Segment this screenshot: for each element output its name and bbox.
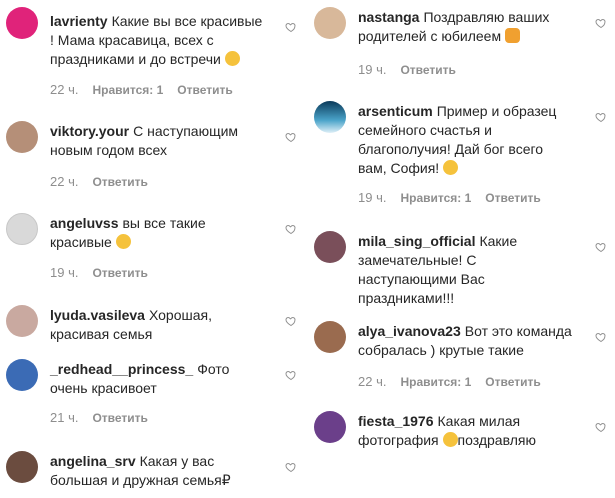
avatar[interactable] [314, 231, 346, 263]
comment-username[interactable]: viktory.your [50, 123, 129, 139]
like-heart-icon[interactable] [595, 331, 607, 343]
comment-item: angeluvss вы все такие красивые 19 ч. Отв… [0, 210, 305, 292]
avatar[interactable] [6, 451, 38, 483]
comment-text-tail: поздравляю [457, 432, 536, 448]
likes-count-button[interactable]: Нравится: 1 [400, 375, 471, 389]
comment-item: alya_ivanova23 Вот это команда собралась … [308, 318, 615, 400]
kiss-emoji-icon [224, 51, 240, 66]
avatar[interactable] [6, 359, 38, 391]
comment-username[interactable]: lavrienty [50, 13, 108, 29]
comment-time: 21 ч. [50, 410, 79, 425]
comment-username[interactable]: angelina_srv [50, 453, 136, 469]
reply-button[interactable]: Ответить [92, 411, 147, 425]
comment-item: lyuda.vasileva Хорошая, красивая семья [0, 302, 305, 352]
comment-time: 19 ч. [50, 265, 79, 280]
avatar[interactable] [6, 213, 38, 245]
comment-time: 19 ч. [358, 62, 387, 77]
comment-username[interactable]: _redhead__princess_ [50, 361, 193, 377]
heart-eyes-emoji-icon [115, 234, 131, 249]
likes-count-button[interactable]: Нравится: 1 [400, 191, 471, 205]
comment-item: mila_sing_official Какие замечательные! С… [308, 228, 615, 308]
comment-item: fiesta_1976 Какая милая фотография поздра… [308, 408, 615, 468]
reply-button[interactable]: Ответить [177, 83, 232, 97]
comment-username[interactable]: nastanga [358, 9, 419, 25]
comment-item: _redhead__princess_ Фото очень красивоет … [0, 356, 305, 438]
avatar[interactable] [6, 7, 38, 39]
like-heart-icon[interactable] [285, 21, 297, 33]
comment-username[interactable]: fiesta_1976 [358, 413, 434, 429]
comment-username[interactable]: angeluvss [50, 215, 118, 231]
comment-time: 22 ч. [358, 374, 387, 389]
comment-time: 22 ч. [50, 82, 79, 97]
smiling-emoji-icon [442, 432, 458, 447]
like-heart-icon[interactable] [595, 111, 607, 123]
comment-item: lavrienty Какие вы все красивые ! Мама кр… [0, 0, 305, 100]
hugging-emoji-icon [443, 160, 459, 175]
comment-username[interactable]: mila_sing_official [358, 233, 475, 249]
like-heart-icon[interactable] [285, 369, 297, 381]
comment-item: viktory.your С наступающим новым годом вс… [0, 118, 305, 200]
like-heart-icon[interactable] [595, 241, 607, 253]
like-heart-icon[interactable] [285, 131, 297, 143]
avatar[interactable] [6, 121, 38, 153]
avatar[interactable] [314, 321, 346, 353]
comment-username[interactable]: arsenticum [358, 103, 433, 119]
avatar[interactable] [6, 305, 38, 337]
comment-item: angelina_srv Какая у вас большая и дружна… [0, 448, 305, 498]
like-heart-icon[interactable] [595, 17, 607, 29]
likes-count-button[interactable]: Нравится: 1 [92, 83, 163, 97]
avatar[interactable] [314, 101, 346, 133]
reply-button[interactable]: Ответить [92, 175, 147, 189]
like-heart-icon[interactable] [285, 223, 297, 235]
like-heart-icon[interactable] [595, 421, 607, 433]
reply-button[interactable]: Ответить [92, 266, 147, 280]
comment-username[interactable]: lyuda.vasileva [50, 307, 145, 323]
comment-item: arsenticum Пример и образец семейного сча… [308, 98, 615, 216]
cat-emoji-icon [504, 28, 520, 43]
comment-item: nastanga Поздравляю ваших родителей с юби… [308, 0, 615, 90]
comment-time: 19 ч. [358, 190, 387, 205]
reply-button[interactable]: Ответить [400, 63, 455, 77]
avatar[interactable] [314, 411, 346, 443]
avatar[interactable] [314, 7, 346, 39]
like-heart-icon[interactable] [285, 315, 297, 327]
comment-username[interactable]: alya_ivanova23 [358, 323, 461, 339]
like-heart-icon[interactable] [285, 461, 297, 473]
comment-time: 22 ч. [50, 174, 79, 189]
reply-button[interactable]: Ответить [485, 375, 540, 389]
reply-button[interactable]: Ответить [485, 191, 540, 205]
